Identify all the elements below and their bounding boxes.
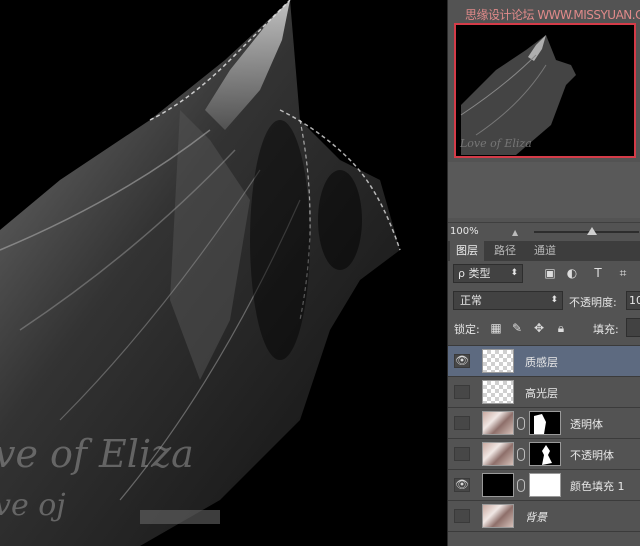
text-filter-icon[interactable]: T bbox=[591, 266, 605, 280]
zoom-slider-thumb[interactable] bbox=[587, 227, 597, 235]
navigator-caption: Love of Eliza bbox=[460, 137, 532, 150]
layer-row-opaque-body[interactable]: 不透明体 bbox=[448, 439, 640, 470]
layer-name: 不透明体 bbox=[570, 449, 614, 462]
lock-row: 锁定: ▦ ✎ ✥ 🔒︎ 填充: bbox=[448, 318, 640, 340]
lock-transparent-pixels-icon[interactable]: ▦ bbox=[489, 321, 503, 335]
fill-input[interactable] bbox=[626, 318, 640, 337]
layer-thumbnail bbox=[482, 349, 514, 373]
blend-mode-select[interactable]: 正常 ⬍ bbox=[453, 291, 563, 310]
layer-row-highlight[interactable]: 高光层 bbox=[448, 377, 640, 408]
chevron-updown-icon: ⬍ bbox=[510, 268, 518, 278]
tab-channels[interactable]: 通道 bbox=[528, 241, 562, 261]
lock-image-pixels-icon[interactable]: ✎ bbox=[510, 321, 524, 335]
adjustment-filter-icon[interactable]: ◐ bbox=[565, 266, 579, 280]
lock-all-icon[interactable]: 🔒︎ bbox=[554, 321, 568, 335]
eye-icon[interactable]: 👁︎ bbox=[454, 354, 470, 368]
opacity-label: 不透明度: bbox=[569, 296, 617, 309]
blend-row: 正常 ⬍ 不透明度: 10 bbox=[448, 290, 640, 312]
lock-label: 锁定: bbox=[454, 323, 480, 336]
image-filter-icon[interactable]: ▣ bbox=[543, 266, 557, 280]
layer-row-texture[interactable]: 👁︎ 质感层 bbox=[448, 346, 640, 377]
filter-type-label: ρ 类型 bbox=[458, 267, 491, 280]
layer-name: 质感层 bbox=[525, 356, 558, 369]
zoom-bar: 100% ▲ bbox=[448, 222, 640, 240]
mask-shape bbox=[534, 414, 546, 434]
chevron-updown-icon: ⬍ bbox=[550, 295, 558, 305]
layer-thumbnail bbox=[482, 442, 514, 466]
layer-row-color-fill[interactable]: 👁︎ 颜色填充 1 bbox=[448, 470, 640, 501]
filter-type-select[interactable]: ρ 类型 ⬍ bbox=[453, 264, 523, 283]
layer-name: 颜色填充 1 bbox=[570, 480, 625, 493]
canvas-text-love-of-second: ve oj bbox=[0, 488, 66, 523]
visibility-toggle-off[interactable] bbox=[454, 509, 470, 523]
blend-mode-value: 正常 bbox=[460, 294, 482, 307]
visibility-toggle-off[interactable] bbox=[454, 447, 470, 461]
layer-name: 背景 bbox=[525, 511, 547, 524]
zoom-out-icon[interactable]: ▲ bbox=[512, 228, 518, 237]
mask-shape bbox=[542, 445, 552, 465]
navigator-preview[interactable]: Love of Eliza bbox=[454, 23, 636, 158]
shape-filter-icon[interactable]: ⌗ bbox=[616, 266, 630, 280]
layer-thumbnail bbox=[482, 411, 514, 435]
eye-icon[interactable]: 👁︎ bbox=[454, 478, 470, 492]
layer-mask-thumbnail[interactable] bbox=[529, 411, 561, 435]
right-panel: 思缘设计论坛 WWW.MISSYUAN.COM Love of Eliza 10… bbox=[447, 0, 640, 546]
visibility-toggle-off[interactable] bbox=[454, 385, 470, 399]
layer-mask-thumbnail[interactable] bbox=[529, 442, 561, 466]
layer-row-background[interactable]: 背景 bbox=[448, 501, 640, 532]
panel-tabs: 图层 路径 通道 bbox=[448, 241, 640, 261]
tab-paths[interactable]: 路径 bbox=[488, 241, 522, 261]
layer-name: 高光层 bbox=[525, 387, 558, 400]
opacity-input[interactable]: 10 bbox=[626, 291, 640, 310]
canvas-text-love-of-eliza: ve of Eliza bbox=[0, 432, 194, 476]
link-chain-icon[interactable] bbox=[517, 448, 525, 461]
navigator-empty-area bbox=[448, 162, 640, 218]
zoom-value[interactable]: 100% bbox=[450, 226, 479, 237]
layer-filter-row: ρ 类型 ⬍ ▣ ◐ T ⌗ bbox=[448, 261, 640, 287]
fill-label: 填充: bbox=[593, 323, 619, 336]
layer-row-transparent-body[interactable]: 透明体 bbox=[448, 408, 640, 439]
layers-list: 👁︎ 质感层 高光层 透明体 不透明体 👁︎ 颜色填充 1 背景 bbox=[448, 345, 640, 546]
link-chain-icon[interactable] bbox=[517, 417, 525, 430]
document-canvas[interactable]: ve of Eliza ve oj bbox=[0, 0, 447, 546]
layer-thumbnail bbox=[482, 473, 514, 497]
link-chain-icon[interactable] bbox=[517, 479, 525, 492]
site-watermark: 思缘设计论坛 WWW.MISSYUAN.COM bbox=[465, 8, 640, 22]
lock-position-icon[interactable]: ✥ bbox=[532, 321, 546, 335]
layer-name: 透明体 bbox=[570, 418, 603, 431]
layer-thumbnail bbox=[482, 380, 514, 404]
layer-thumbnail bbox=[482, 504, 514, 528]
visibility-toggle-off[interactable] bbox=[454, 416, 470, 430]
tab-layers[interactable]: 图层 bbox=[450, 241, 484, 261]
layer-mask-thumbnail[interactable] bbox=[529, 473, 561, 497]
